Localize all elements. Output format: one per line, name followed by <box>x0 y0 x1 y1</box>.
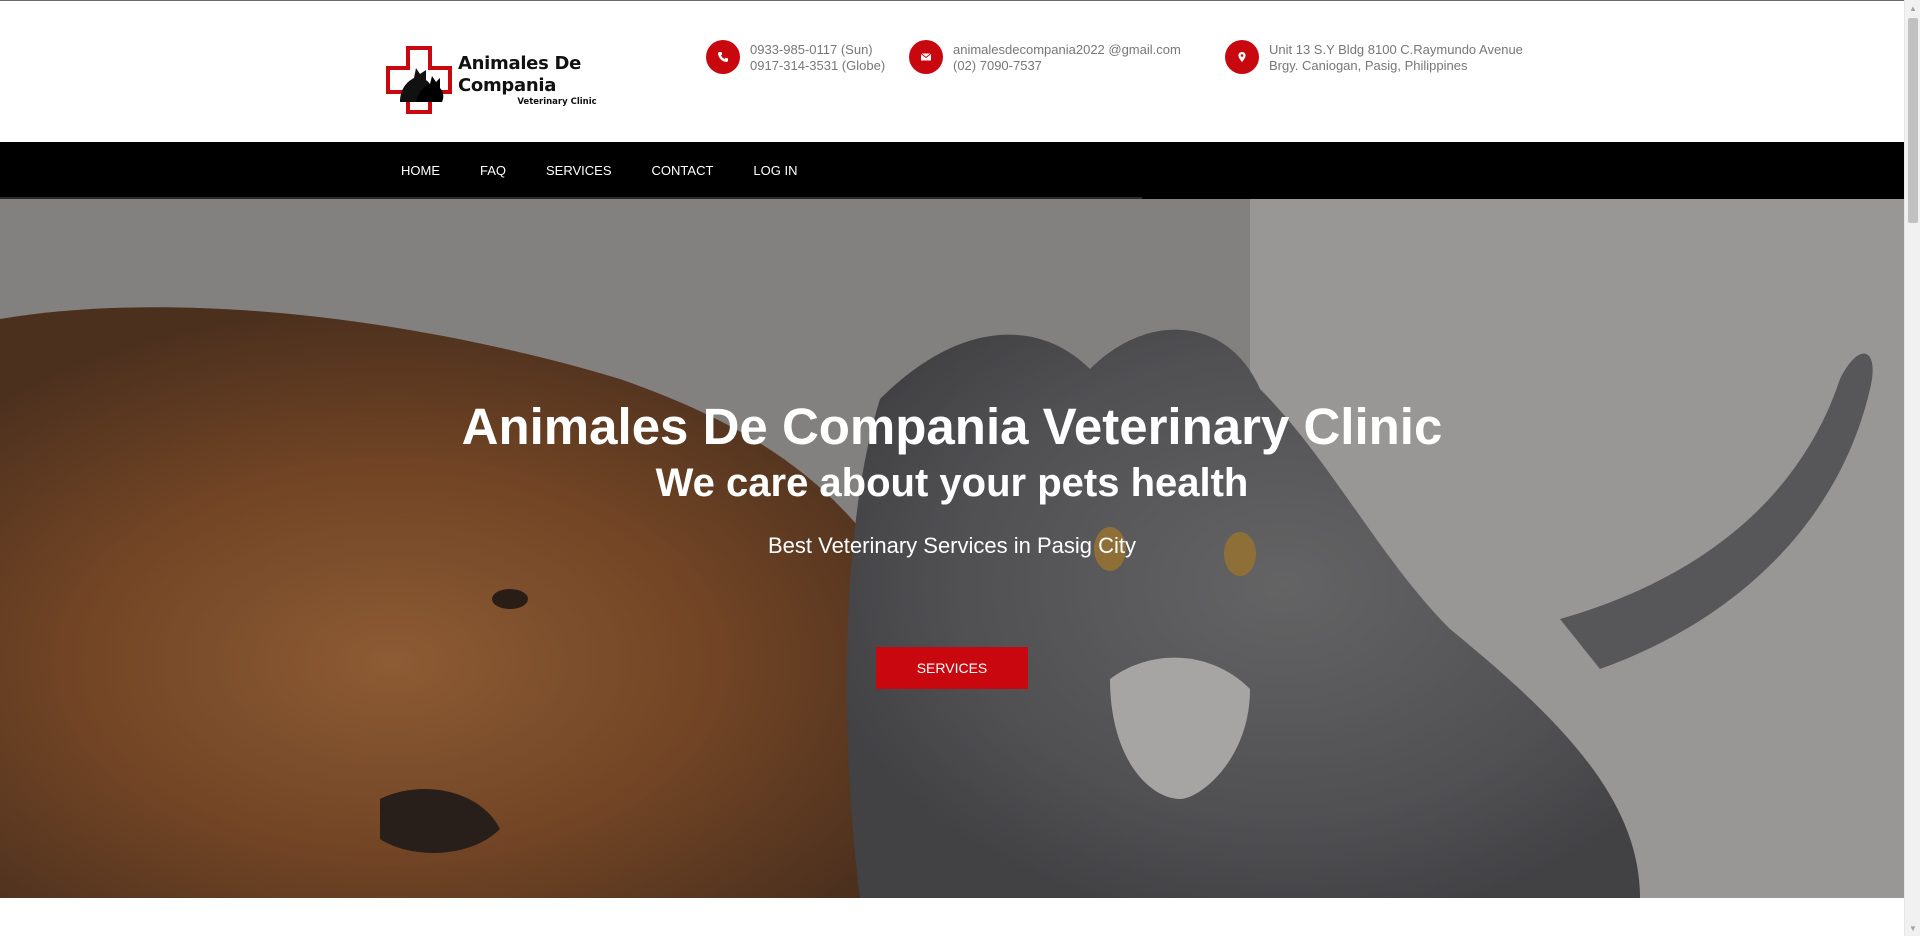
nav-faq[interactable]: FAQ <box>460 142 526 199</box>
site-header: Animales De Compania Veterinary Clinic 0… <box>0 1 1904 142</box>
nav-services[interactable]: SERVICES <box>526 142 632 199</box>
main-nav: HOME FAQ SERVICES CONTACT LOG IN <box>0 142 1904 199</box>
hero-title: Animales De Compania Veterinary Clinic <box>461 398 1443 455</box>
logo-text: Animales De Compania Veterinary Clinic <box>458 53 656 107</box>
contact-phone: 0933-985-0117 (Sun) 0917-314-3531 (Globe… <box>706 40 885 74</box>
scrollbar-thumb[interactable] <box>1908 18 1918 223</box>
brand-subtitle: Veterinary Clinic <box>517 97 597 107</box>
content-section <box>0 898 1904 936</box>
landline-number: (02) 7090-7537 <box>953 58 1042 73</box>
nav-log-in[interactable]: LOG IN <box>733 142 817 199</box>
email-address[interactable]: animalesdecompania2022 @gmail.com <box>953 42 1181 58</box>
page: Animales De Compania Veterinary Clinic 0… <box>0 0 1904 936</box>
contact-email: animalesdecompania2022 @gmail.com (02) 7… <box>909 40 1181 74</box>
nav-contact[interactable]: CONTACT <box>632 142 734 199</box>
phone-line-2: 0917-314-3531 (Globe) <box>750 58 886 73</box>
address-line-1: Unit 13 S.Y Bldg 8100 C.Raymundo Avenue <box>1269 42 1523 57</box>
hero-banner: Animales De Compania Veterinary Clinic W… <box>0 199 1904 898</box>
phone-icon <box>706 40 740 74</box>
logo[interactable]: Animales De Compania Veterinary Clinic <box>386 46 656 114</box>
logo-cross-pets-icon <box>386 46 452 114</box>
brand-name: Animales De Compania <box>458 53 582 96</box>
services-button[interactable]: SERVICES <box>876 647 1028 689</box>
vertical-scrollbar[interactable]: ▲ ▼ <box>1904 0 1920 936</box>
scroll-up-arrow-icon[interactable]: ▲ <box>1905 0 1920 16</box>
map-pin-icon <box>1225 40 1259 74</box>
nav-home[interactable]: HOME <box>381 142 460 199</box>
scroll-down-arrow-icon[interactable]: ▼ <box>1905 920 1920 936</box>
hero-subtitle: Best Veterinary Services in Pasig City <box>767 533 1137 558</box>
contact-address: Unit 13 S.Y Bldg 8100 C.Raymundo Avenue … <box>1225 40 1523 74</box>
envelope-icon <box>909 40 943 74</box>
address-line-2: Brgy. Caniogan, Pasig, Philippines <box>1269 58 1468 73</box>
phone-line-1: 0933-985-0117 (Sun) <box>750 42 873 57</box>
hero-tagline: We care about your pets health <box>655 461 1249 505</box>
